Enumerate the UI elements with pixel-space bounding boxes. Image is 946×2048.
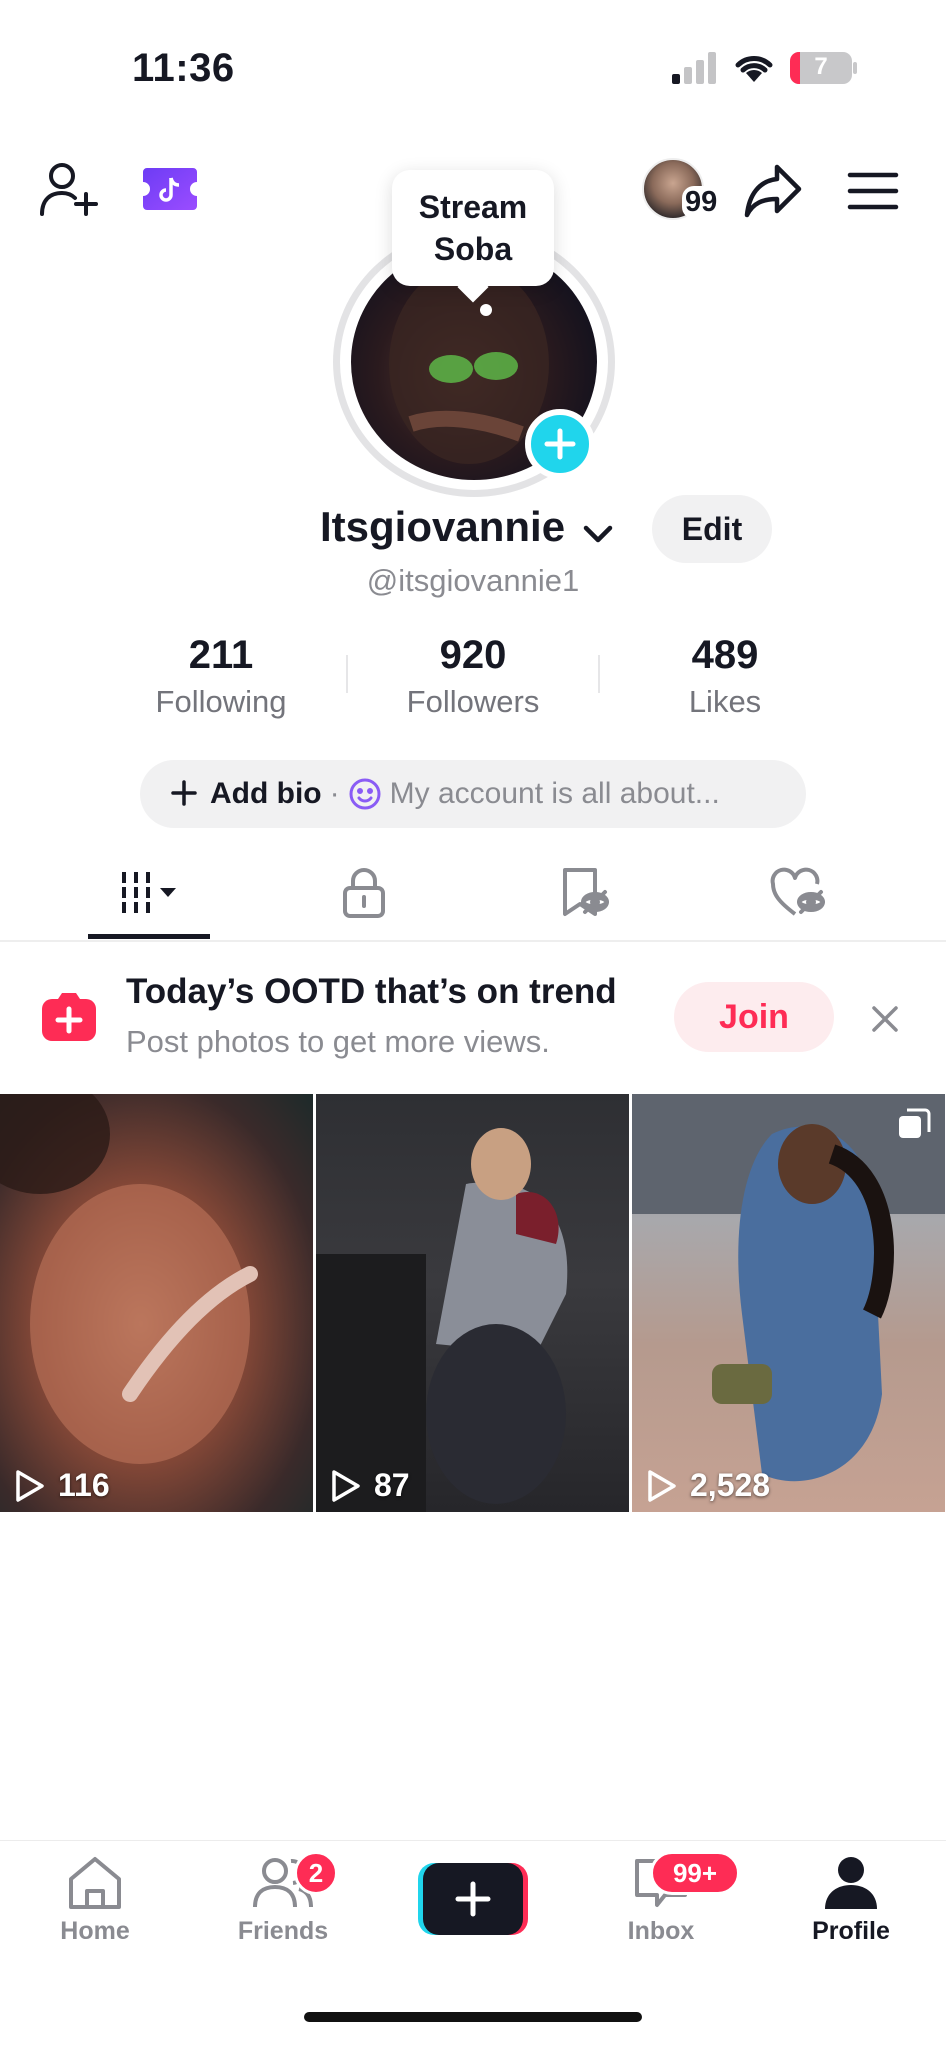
play-icon [648, 1469, 676, 1502]
stat-divider [598, 655, 600, 693]
view-count: 87 [330, 1467, 410, 1504]
bio-placeholder: My account is all about... [389, 777, 720, 810]
chevron-down-icon[interactable] [583, 506, 613, 554]
play-icon [16, 1469, 44, 1502]
tiktok-coin-icon[interactable] [140, 164, 200, 214]
stat-likes-value: 489 [691, 633, 759, 677]
stat-followers[interactable]: 920 Followers [373, 630, 573, 724]
status-bar: 11:36 7 [0, 0, 946, 130]
follower-count-badge: 99 [682, 186, 721, 219]
stat-following[interactable]: 211 Following [121, 630, 321, 724]
stat-followers-value: 920 [439, 633, 507, 677]
bio-separator: · [329, 777, 340, 810]
follower-avatar-stack[interactable]: 99 [640, 158, 721, 228]
avatar-tooltip-line2: Soba [433, 231, 513, 267]
view-count-value: 2,528 [690, 1467, 771, 1503]
add-friend-icon[interactable] [36, 156, 102, 222]
close-icon[interactable] [864, 998, 906, 1040]
trend-promo-banner: Today’s OOTD that’s on trend Post photos… [0, 942, 946, 1094]
wifi-icon [732, 50, 776, 84]
display-name-text: Itsgiovannie [320, 503, 566, 550]
inbox-notification-badge: 99+ [650, 1851, 740, 1895]
nav-profile-label: Profile [812, 1917, 890, 1945]
stat-likes-label: Likes [688, 684, 762, 719]
battery-level: 7 [814, 53, 828, 80]
view-count-value: 116 [58, 1467, 110, 1503]
home-icon [69, 1857, 121, 1909]
tab-videos[interactable] [30, 845, 266, 940]
plus-icon [170, 779, 200, 809]
view-count: 116 [14, 1467, 110, 1504]
video-grid: 116 87 2,528 [0, 1094, 946, 1512]
plus-icon [455, 1881, 491, 1917]
display-name[interactable]: Itsgiovannie [320, 503, 613, 554]
video-thumbnail[interactable]: 116 [0, 1094, 313, 1512]
profile-icon [825, 1857, 877, 1909]
tooltip-anchor-dot [480, 304, 492, 316]
status-time: 11:36 [132, 46, 235, 90]
lock-icon [343, 867, 385, 918]
edit-profile-button[interactable]: Edit [652, 495, 772, 563]
tab-liked[interactable] [680, 845, 916, 940]
avatar-add-story-button[interactable] [525, 409, 595, 479]
promo-title: Today’s OOTD that’s on trend [126, 972, 617, 1011]
liked-heart-icon [770, 867, 825, 916]
view-count: 2,528 [646, 1467, 770, 1504]
profile-tabs [0, 845, 946, 942]
avatar-tooltip: Stream Soba [392, 170, 554, 286]
add-bio-label: Add bio [210, 777, 322, 810]
play-icon [332, 1469, 360, 1502]
active-tab-indicator [88, 934, 210, 939]
promo-subtitle: Post photos to get more views. [126, 1024, 550, 1059]
smiley-icon [348, 777, 382, 811]
nav-friends-label: Friends [237, 1917, 329, 1945]
share-icon[interactable] [740, 158, 806, 224]
video-thumbnail[interactable]: 2,528 [632, 1094, 945, 1512]
stat-following-value: 211 [188, 633, 254, 677]
nav-inbox-label: Inbox [627, 1917, 695, 1945]
grid-icon [122, 871, 176, 913]
join-button[interactable]: Join [674, 982, 834, 1052]
username-row: Itsgiovannie Edit [0, 495, 946, 565]
home-indicator [304, 2012, 642, 2022]
battery-icon: 7 [790, 52, 858, 86]
cellular-signal-icon [670, 52, 718, 84]
tab-saved[interactable] [466, 845, 702, 940]
user-handle: @itsgiovannie1 [366, 563, 580, 598]
create-post-button[interactable] [418, 1863, 528, 1935]
stat-followers-label: Followers [406, 684, 540, 719]
avatar-tooltip-line1: Stream [418, 189, 528, 225]
bookmark-icon [563, 867, 609, 916]
add-bio-button[interactable]: Add bio · My account is all about... [140, 760, 806, 828]
multi-photo-icon [897, 1108, 931, 1142]
friends-notification-badge: 2 [294, 1851, 338, 1895]
nav-home[interactable]: Home [20, 1855, 170, 1985]
video-thumbnail[interactable]: 87 [316, 1094, 629, 1512]
stat-divider [346, 655, 348, 693]
nav-inbox[interactable]: Inbox 99+ [586, 1851, 740, 1985]
add-post-icon [40, 989, 100, 1045]
view-count-value: 87 [374, 1467, 410, 1503]
nav-profile[interactable]: Profile [776, 1855, 926, 1985]
nav-friends[interactable]: Friends 2 [208, 1851, 358, 1985]
nav-home-label: Home [60, 1917, 130, 1945]
stat-likes[interactable]: 489 Likes [625, 630, 825, 724]
stat-following-label: Following [155, 684, 287, 719]
tab-private[interactable] [246, 845, 482, 940]
menu-icon[interactable] [842, 164, 904, 218]
